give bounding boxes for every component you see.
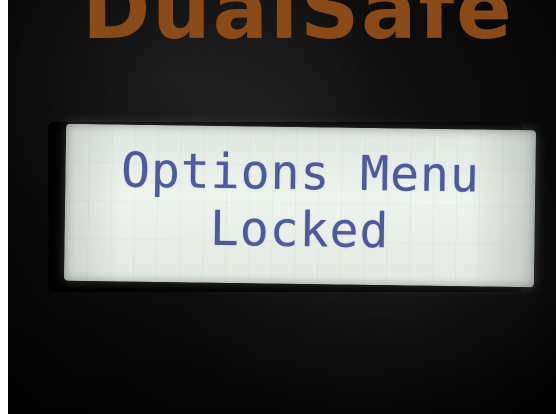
lower-device-shadow (8, 290, 556, 414)
display-line-locked: Locked (209, 200, 390, 260)
brand-logo-text: DualSafe (82, 0, 514, 46)
device-photo: DualSafe Options Menu Locked (8, 0, 556, 414)
display-line-options-menu: Options Menu (120, 142, 481, 204)
lcd-display: Options Menu Locked (63, 123, 537, 288)
brand-logo: DualSafe (78, 0, 518, 46)
